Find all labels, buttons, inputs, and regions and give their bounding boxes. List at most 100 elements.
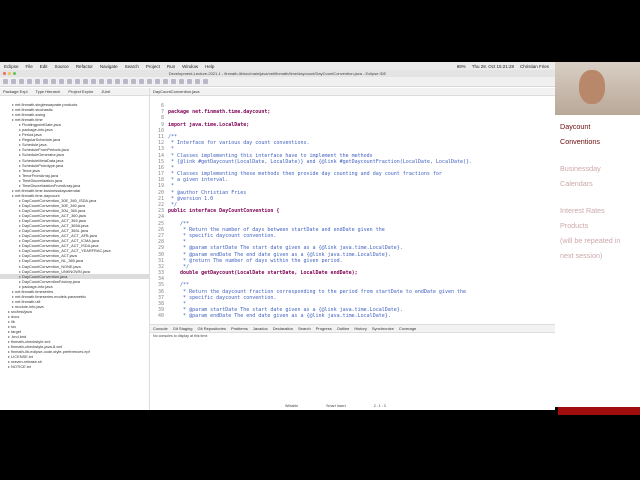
code-text: * @param startDate The start date given … [168, 307, 403, 314]
outline-text: Calendars [560, 179, 593, 188]
console-tab-problems[interactable]: Problems [231, 326, 248, 331]
main-toolbar [0, 77, 555, 87]
menu-window[interactable]: Window [182, 64, 198, 69]
code-area[interactable]: 6 7 package net.finmath.time.daycount; 8 9 im… [150, 96, 555, 320]
menu-edit[interactable]: Edit [40, 64, 48, 69]
console-tab-javadoc[interactable]: Javadoc [253, 326, 268, 331]
code-text: * Return the number of days between star… [168, 226, 385, 233]
code-text: double getDaycount(LocalDate startDate, … [168, 270, 358, 277]
toolbar-icon[interactable] [203, 79, 208, 84]
toolbar-icon[interactable] [195, 79, 200, 84]
toolbar-icon[interactable] [139, 79, 144, 84]
console-tab-progress[interactable]: Progress [316, 326, 332, 331]
tree-item[interactable]: NOTICE.txt [0, 364, 149, 369]
toolbar-icon[interactable] [19, 79, 24, 84]
menubar-user: Christian Fries [519, 63, 549, 69]
code-text: package net.finmath.time.daycount; [168, 109, 271, 116]
code-text: * @param startDate The start date given … [168, 245, 403, 252]
toolbar-icon[interactable] [147, 79, 152, 84]
editor-tabs: DayCountConvention.java [150, 88, 555, 96]
mac-menubar: Eclipse File Edit Source Refactor Navigate Sea… [0, 62, 555, 70]
code-text: * Classes implementing these methods the… [168, 171, 442, 178]
code-text: * @return The number of days within the … [168, 257, 343, 264]
toolbar-icon[interactable] [75, 79, 80, 84]
project-tree: net.finmath.singleswaprate.productsnet.f… [0, 96, 149, 369]
outline-text: (will be repeated in [560, 236, 621, 245]
code-text: * Interface for various day count conven… [168, 140, 310, 147]
console-tab-declaration[interactable]: Declaration [273, 326, 293, 331]
menu-project[interactable]: Project [146, 64, 160, 69]
menu-refactor[interactable]: Refactor [76, 64, 93, 69]
code-text: * @param endDate The end date given as a… [168, 313, 391, 320]
console-tab-console[interactable]: Console [153, 326, 168, 331]
toolbar-icon[interactable] [155, 79, 160, 84]
outline-text: Businessday [560, 164, 601, 173]
console-tab-git-repositories[interactable]: Git Repositories [197, 326, 225, 331]
code-text: * specific daycount convention. [168, 294, 277, 301]
lecture-outline: Daycount Conventions Businessday Calendars… [555, 115, 640, 407]
code-text: /** [168, 282, 190, 289]
menu-file[interactable]: File [26, 64, 33, 69]
menubar-battery: 88% [456, 63, 466, 69]
menu-help[interactable]: Help [205, 64, 214, 69]
menubar-status: 88% Thu 28. Oct 15:21:28 Christian Fries [457, 64, 555, 69]
explorer-tab[interactable]: Type Hierarch [35, 89, 60, 94]
console-tab-outline[interactable]: Outline [337, 326, 350, 331]
toolbar-icon[interactable] [59, 79, 64, 84]
menubar-datetime: Thu 28. Oct 15:21:28 [471, 63, 514, 69]
code-text: * [168, 183, 175, 190]
toolbar-icon[interactable] [163, 79, 168, 84]
console-tab-coverage[interactable]: Coverage [399, 326, 416, 331]
line-number: 40 [157, 313, 164, 320]
toolbar-icon[interactable] [43, 79, 48, 84]
code-line: 40 * @param endDate The end date given a… [150, 313, 555, 319]
toolbar-icon[interactable] [27, 79, 32, 84]
explorer-tab[interactable]: Project Explor [68, 89, 93, 94]
status-bar: Writable Smart Insert 2 : 1 : 3 [150, 402, 555, 410]
console-tab-git-staging[interactable]: Git Staging [173, 326, 193, 331]
console-tab-synchronize[interactable]: Synchronize [372, 326, 394, 331]
console-tab-history[interactable]: History [354, 326, 366, 331]
toolbar-icon[interactable] [123, 79, 128, 84]
code-text: * @version 1.0 [168, 195, 214, 202]
code-editor[interactable]: DayCountConvention.java 6 7 package net.fi… [150, 88, 555, 324]
toolbar-icon[interactable] [187, 79, 192, 84]
toolbar-icon[interactable] [3, 79, 8, 84]
console-message: No consoles to display at this time. [153, 334, 209, 338]
toolbar-icon[interactable] [179, 79, 184, 84]
toolbar-icon[interactable] [35, 79, 40, 84]
outline-text: Conventions [560, 137, 600, 146]
window-controls[interactable] [3, 72, 16, 75]
toolbar-icon[interactable] [67, 79, 72, 84]
code-text: * @param endDate The end date given as a… [168, 251, 391, 258]
toolbar-icon[interactable] [115, 79, 120, 84]
toolbar-icon[interactable] [107, 79, 112, 84]
toolbar-icon[interactable] [99, 79, 104, 84]
menu-source[interactable]: Source [55, 64, 69, 69]
editor-tab[interactable]: DayCountConvention.java [153, 89, 199, 94]
toolbar-icon[interactable] [171, 79, 176, 84]
menu-run[interactable]: Run [167, 64, 175, 69]
code-text: * [168, 239, 187, 246]
toolbar-icon[interactable] [91, 79, 96, 84]
console-tab-search[interactable]: Search [298, 326, 311, 331]
presenter-face [579, 70, 605, 104]
toolbar-icon[interactable] [131, 79, 136, 84]
code-text: * {@link #getDaycount(LocalDate, LocalDa… [168, 158, 473, 165]
progress-bar [558, 407, 640, 415]
code-text: import java.time.LocalDate; [168, 121, 250, 128]
menu-navigate[interactable]: Navigate [100, 64, 118, 69]
toolbar-icon[interactable] [51, 79, 56, 84]
code-text: * @author Christian Fries [168, 189, 247, 196]
code-text: public interface DayCountConvention { [168, 208, 280, 215]
toolbar-icon[interactable] [83, 79, 88, 84]
explorer-tab[interactable]: Package Expl [3, 89, 27, 94]
code-text: */ [168, 263, 190, 270]
explorer-tabs: Package Expl Type Hierarch Project Explor J… [0, 88, 149, 96]
package-explorer: Package Expl Type Hierarch Project Explor J… [0, 88, 150, 410]
menu-search[interactable]: Search [125, 64, 139, 69]
menu-eclipse[interactable]: Eclipse [4, 64, 19, 69]
explorer-tab[interactable]: JUnit [101, 89, 110, 94]
toolbar-icon[interactable] [11, 79, 16, 84]
outline-text: next session) [560, 251, 603, 260]
